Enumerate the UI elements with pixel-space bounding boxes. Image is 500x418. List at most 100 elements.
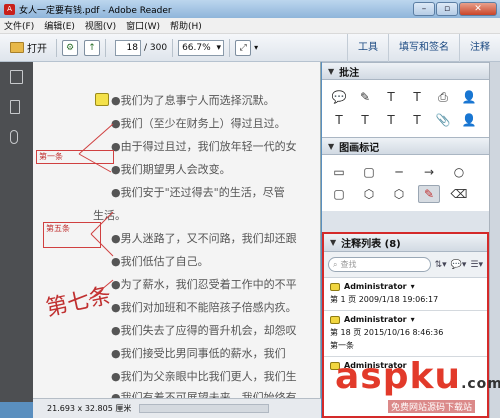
menu-window[interactable]: 窗口(W) [126,19,160,32]
options-icon[interactable]: ☰▾ [470,260,483,270]
doc-line: ●我们为父亲眼中比我们更人，我们生 [111,370,297,383]
doc-line: ●由于得过且过，我们放年轻一代的女 [111,140,297,153]
textbox-tool-icon[interactable]: T [406,88,428,106]
page-thumbnails-icon[interactable] [10,70,23,84]
status-bar: 21.693 x 32.805 厘米 [33,398,321,418]
comment-author: Administrator [344,282,407,291]
chevron-down-icon[interactable]: ▾ [254,43,258,52]
comment-bubble-icon [330,282,340,291]
comment-entry[interactable]: Administrator ▾ 第 1 页 2009/1/18 19:06:17 [324,278,487,311]
doc-line: ●我们对加班和不能陪孩子倍感内疚。 [111,301,297,314]
page-settings-icon[interactable]: ⚙ [62,39,78,56]
toolbar-divider [56,38,57,57]
comment-author: Administrator [344,315,407,324]
comment-list-title: 注释列表 (8) [341,239,401,250]
tab-comment[interactable]: 注释 [459,34,500,62]
comment-list-header[interactable]: ▼ 注释列表 (8) [324,234,487,252]
doc-line: ●我们期望男人会改变。 [111,163,231,176]
cloud-tool-icon[interactable]: ⬡ [358,185,380,203]
menu-bar: 文件(F) 编辑(E) 视图(V) 窗口(W) 帮助(H) [0,18,500,34]
annotation-box[interactable]: 第一条 [36,150,114,164]
drawing-section-header[interactable]: ▼ 图画标记 [322,137,489,155]
maximize-button[interactable]: ▫ [436,2,458,16]
search-placeholder: 查找 [340,260,357,269]
chevron-down-icon[interactable]: ▾ [411,315,415,324]
zoom-select[interactable]: 66.7% ▾ [178,39,225,56]
fit-page-icon[interactable]: ⤢ [235,39,252,56]
doc-line: ●我们（至少在财务上）得过且过。 [111,117,286,130]
chevron-down-icon: ▾ [216,42,222,53]
comment-meta: 第 1 页 2009/1/18 19:06:17 [330,295,439,304]
insert-text-icon[interactable]: T [328,111,350,129]
toolbar-divider [229,38,231,57]
drawing-tools: ▭ ▢ ─ → ○ ▢ ⬡ ⬡ ✎ ⌫ [322,155,489,211]
text-tool-icon[interactable]: T [380,88,402,106]
highlight-tool-icon[interactable]: ✎ [354,88,376,106]
folder-icon [10,42,24,53]
comment-meta: 第 18 页 2015/10/16 8:46:36 [330,328,444,337]
eraser-tool-icon[interactable]: ⌫ [448,185,470,203]
close-button[interactable]: ✕ [459,2,497,16]
tab-fill-sign[interactable]: 填写和签名 [388,34,459,62]
pencil-tool-icon[interactable]: ✎ [418,185,440,203]
replace-text-icon[interactable]: T [354,111,376,129]
comment-search-row: ⌕ 查找 ⇅▾ 💬▾ ☰▾ [324,252,487,278]
oval-tool-icon[interactable]: ○ [448,163,470,181]
window-title: 女人一定要有钱.pdf - Adobe Reader [19,5,172,16]
bookmark-icon[interactable] [10,100,20,114]
open-button[interactable]: 打开 [6,38,51,58]
underline-icon[interactable]: T [406,111,428,129]
arrow-tool-icon[interactable]: → [418,163,440,181]
polygon-tool-icon[interactable]: ⬡ [388,185,410,203]
document-view[interactable]: ●我们为了息事宁人而选择沉默。 ●我们（至少在财务上）得过且过。 ●由于得过且过… [33,62,321,398]
toolbar-divider [172,38,174,57]
comment-tools: 💬 ✎ T T ⎙ 👤 T T T T 📎 👤 [322,80,489,137]
stamp-tool-icon[interactable]: ⎙ [432,88,454,106]
menu-help[interactable]: 帮助(H) [170,19,202,32]
open-label: 打开 [27,44,47,55]
toolbar-divider [105,38,106,57]
doc-line: ●我们为了息事宁人而选择沉默。 [111,94,275,107]
sticky-note-icon[interactable] [95,93,109,106]
horizontal-scrollbar[interactable] [139,404,270,413]
window-controls: – ▫ ✕ [413,2,497,16]
minimize-button[interactable]: – [413,2,435,16]
watermark-text: aspku [335,356,462,397]
filter-icon[interactable]: 💬▾ [451,260,467,270]
zoom-value: 66.7% [182,42,211,53]
chevron-down-icon: ▼ [328,66,335,76]
rectangle-callout-icon[interactable]: ▭ [328,163,350,181]
title-bar: A 女人一定要有钱.pdf - Adobe Reader – ▫ ✕ [0,0,500,18]
strikethrough-icon[interactable]: T [380,111,402,129]
text-box-icon[interactable]: ▢ [358,163,380,181]
doc-line: ●我们接受比男同事低的薪水，我们 [111,347,286,360]
search-icon: ⌕ [333,259,338,269]
tab-tools[interactable]: 工具 [347,34,388,62]
annotation-box[interactable]: 第五条 [43,222,101,248]
attachment-icon[interactable] [10,130,18,144]
attach-file-icon[interactable]: 📎 [432,111,454,129]
user-stamp-icon[interactable]: 👤 [458,88,480,106]
sort-icon[interactable]: ⇅▾ [435,260,447,270]
left-nav-panel [0,62,33,402]
rectangle-tool-icon[interactable]: ▢ [328,185,350,203]
sticky-note-tool-icon[interactable]: 💬 [328,88,350,106]
adobe-reader-icon: A [4,3,15,15]
handwriting-annotation[interactable]: 第七条 [42,277,114,322]
record-audio-icon[interactable]: 👤 [458,111,480,129]
comment-section-header[interactable]: ▼ 批注 [322,62,489,80]
comment-section-title: 批注 [339,67,360,79]
chevron-down-icon[interactable]: ▾ [411,282,415,291]
comment-entry[interactable]: Administrator ▾ 第 18 页 2015/10/16 8:46:36… [324,311,487,357]
menu-view[interactable]: 视图(V) [85,19,116,32]
page-number-input[interactable] [115,39,141,56]
menu-edit[interactable]: 编辑(E) [44,19,75,32]
comment-body: 第一条 [330,341,354,350]
chevron-down-icon: ▼ [330,238,337,247]
menu-file[interactable]: 文件(F) [4,19,34,32]
doc-line: ●男人迷路了，又不问路，我们却还跟 [111,232,297,245]
comment-search-input[interactable]: ⌕ 查找 [328,257,431,272]
doc-line: ●我们安于"还过得去"的生活，尽管 [111,186,285,199]
line-tool-icon[interactable]: ─ [388,163,410,181]
upload-icon[interactable]: ↑ [84,39,100,56]
